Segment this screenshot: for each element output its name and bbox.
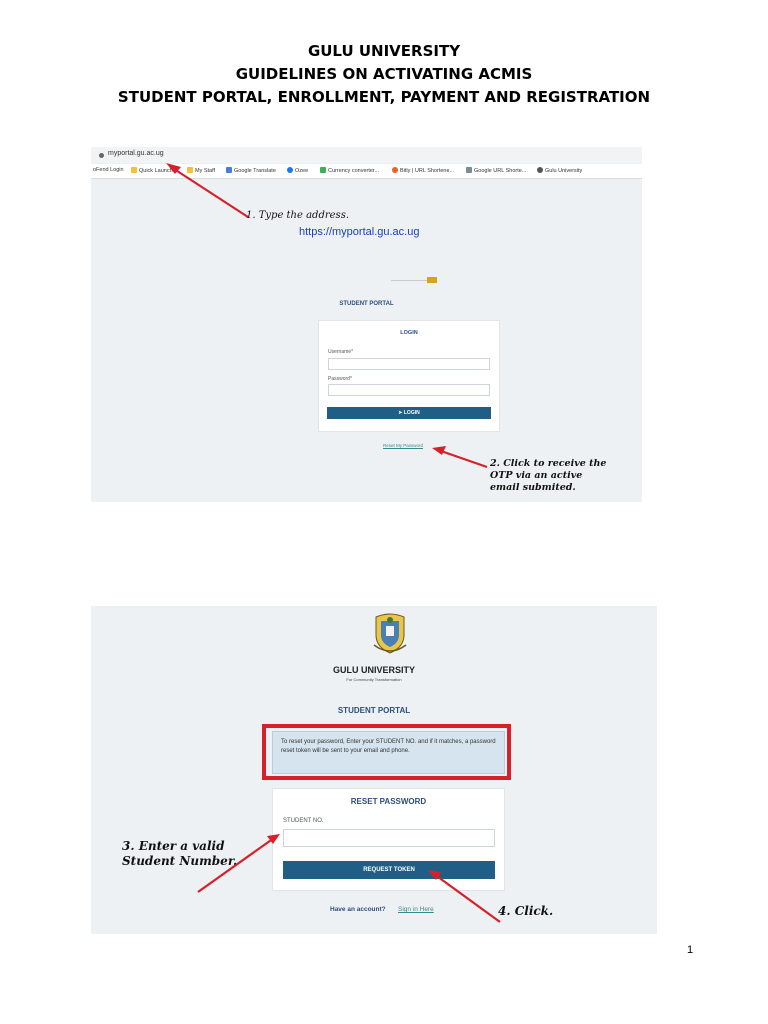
username-input[interactable]: [328, 358, 490, 370]
page-number: 1: [687, 944, 694, 956]
bookmark-item[interactable]: oFend Login: [93, 167, 124, 173]
login-button[interactable]: ➤ LOGIN: [327, 407, 491, 419]
bookmark-item[interactable]: Gulu University: [537, 167, 582, 174]
login-title: LOGIN: [400, 330, 418, 336]
facebook-icon: [287, 167, 293, 173]
account-question: Have an account?: [330, 906, 386, 913]
password-input[interactable]: [328, 384, 490, 396]
translate-icon: [226, 167, 232, 173]
student-no-input[interactable]: [283, 829, 495, 847]
bookmark-item[interactable]: Ozee: [287, 167, 308, 174]
annotation-step-1: 1. Type the address.: [246, 210, 349, 221]
document-section-title: STUDENT PORTAL, ENROLLMENT, PAYMENT AND …: [117, 88, 651, 106]
request-token-button[interactable]: REQUEST TOKEN: [283, 861, 495, 879]
browser-address-bar[interactable]: myportal.gu.ac.ug: [91, 147, 642, 163]
arrowhead: [432, 446, 446, 455]
portal-title: STUDENT PORTAL: [339, 301, 394, 307]
student-no-label: STUDENT NO.: [283, 818, 324, 824]
portal-title: STUDENT PORTAL: [337, 706, 411, 715]
address-url[interactable]: myportal.gu.ac.ug: [108, 150, 164, 157]
bookmark-item[interactable]: My Staff: [187, 167, 215, 174]
bookmark-item[interactable]: Bitly | URL Shortene...: [392, 167, 454, 174]
document-title: GULU UNIVERSITY: [307, 42, 461, 60]
university-crest-icon: [373, 613, 407, 654]
reset-password-card: RESET PASSWORD STUDENT NO. REQUEST TOKEN: [272, 788, 505, 891]
folder-icon: [131, 167, 137, 173]
portal-url-text: https://myportal.gu.ac.ug: [299, 226, 420, 238]
document-subtitle: GUIDELINES ON ACTIVATING ACMIS: [235, 65, 533, 83]
username-label: Username*: [328, 349, 354, 355]
link-icon: [466, 167, 472, 173]
bookmarks-bar: oFend Login Quick Launch My Staff Google…: [91, 164, 642, 179]
bitly-icon: [392, 167, 398, 173]
bookmark-item[interactable]: Currency converter...: [320, 167, 379, 174]
annotation-step-2: 2. Click to receive the OTP via an activ…: [490, 458, 607, 493]
bookmark-item[interactable]: Quick Launch: [131, 167, 173, 174]
annotation-step-3: 3. Enter a valid Student Number.: [122, 839, 238, 868]
university-name: GULU UNIVERSITY: [332, 665, 415, 675]
password-label: Password*: [328, 376, 352, 382]
annotation-step-4: 4. Click.: [498, 904, 554, 918]
login-card: LOGIN Username* Password* ➤ LOGIN: [318, 320, 500, 432]
reset-password-link[interactable]: Reset My Password: [383, 443, 423, 448]
bookmark-item[interactable]: Google URL Shorte...: [466, 167, 526, 174]
university-motto: For Community Transformation: [346, 677, 402, 682]
reset-password-screenshot: GULU UNIVERSITY For Community Transforma…: [91, 606, 657, 934]
sign-in-icon: ➤: [398, 410, 403, 416]
login-screenshot: myportal.gu.ac.ug oFend Login Quick Laun…: [91, 147, 642, 502]
arrow-to-reset-link: [437, 448, 488, 469]
reset-password-title: RESET PASSWORD: [350, 797, 427, 806]
currency-icon: [320, 167, 326, 173]
globe-icon: [537, 167, 543, 173]
university-logo: [391, 277, 439, 283]
folder-icon: [187, 167, 193, 173]
sign-in-link[interactable]: Sign in Here: [398, 906, 434, 913]
highlight-box: [262, 724, 511, 780]
bookmark-item[interactable]: Google Translate: [226, 167, 276, 174]
site-info-icon[interactable]: [99, 153, 104, 158]
